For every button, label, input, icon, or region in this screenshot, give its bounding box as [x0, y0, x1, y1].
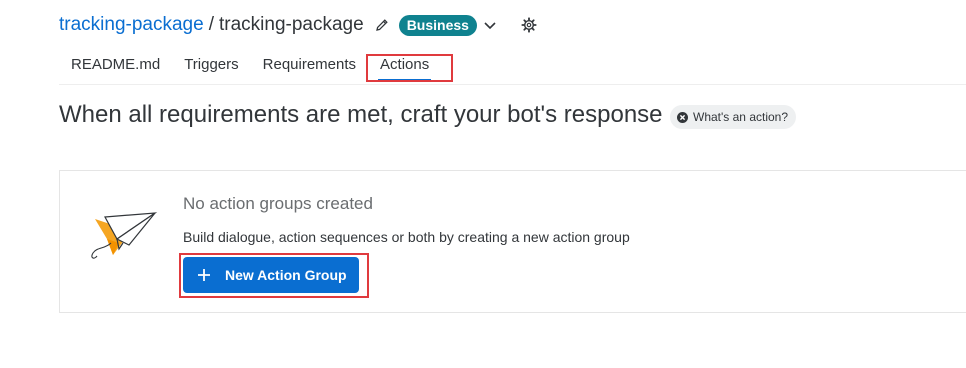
gear-icon[interactable] — [520, 16, 538, 34]
empty-state-description: Build dialogue, action sequences or both… — [183, 229, 630, 245]
empty-state-title: No action groups created — [183, 194, 373, 213]
tab-triggers[interactable]: Triggers — [172, 52, 250, 82]
tab-readme[interactable]: README.md — [59, 52, 172, 82]
tab-actions[interactable]: Actions — [368, 52, 441, 82]
breadcrumb-separator: / — [208, 14, 214, 35]
page-header: tracking-package / tracking-package Busi… — [59, 10, 538, 40]
tab-requirements[interactable]: Requirements — [251, 52, 368, 82]
tabs-divider — [59, 84, 966, 85]
status-badge: Business — [398, 14, 477, 36]
plus-icon — [197, 268, 211, 282]
new-action-group-button[interactable]: New Action Group — [183, 257, 359, 293]
breadcrumb-current: tracking-package — [218, 14, 364, 35]
new-action-group-label: New Action Group — [225, 267, 347, 283]
pencil-icon[interactable] — [374, 17, 390, 33]
whats-an-action-button[interactable]: What's an action? — [670, 105, 797, 129]
x-circle-icon — [677, 111, 688, 123]
page-title: When all requirements are met, craft you… — [59, 101, 663, 128]
chevron-down-icon[interactable] — [482, 17, 498, 33]
empty-state-card: No action groups created Build dialogue,… — [59, 170, 966, 313]
breadcrumb-project-link[interactable]: tracking-package — [59, 14, 204, 36]
paper-plane-icon — [85, 209, 159, 263]
help-label: What's an action? — [693, 110, 789, 124]
tab-bar: README.md Triggers Requirements Actions — [59, 52, 441, 82]
